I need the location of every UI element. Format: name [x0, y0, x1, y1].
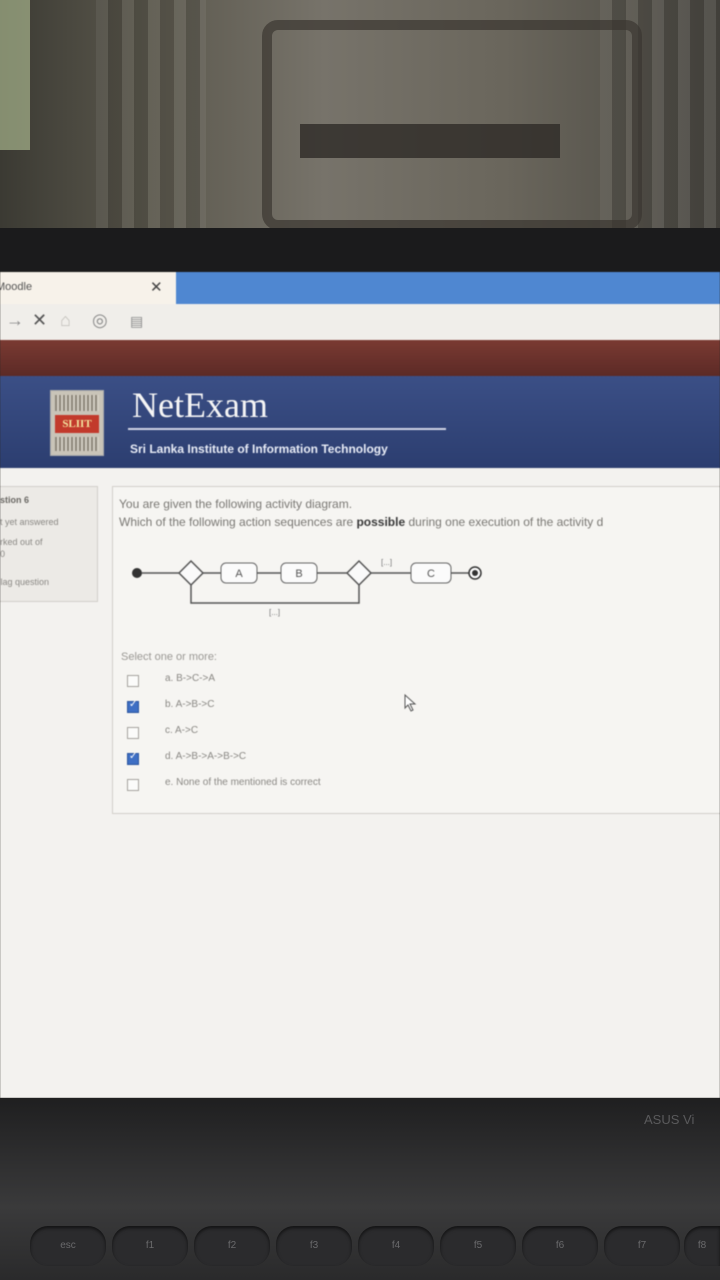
- logo-pattern: [55, 395, 99, 411]
- browser-toolbar: → ✕ ⌂ ◎ ▤: [0, 304, 720, 341]
- question-text-bold: possible: [356, 515, 406, 529]
- logo-text: SLIIT: [55, 415, 99, 433]
- brand-subtitle: Sri Lanka Institute of Information Techn…: [130, 442, 388, 456]
- decision-node: [345, 559, 373, 587]
- question-info-panel: estion 6 ot yet answered arked out of 00…: [0, 486, 98, 602]
- key-f8[interactable]: f8: [684, 1226, 720, 1266]
- question-panel: You are given the following activity dia…: [112, 486, 720, 814]
- chair-seat: [300, 124, 560, 158]
- browser-tab[interactable]: Moodle ✕: [0, 272, 176, 304]
- question-text-pre: Which of the following action sequences …: [119, 515, 357, 529]
- final-node-inner: [472, 570, 478, 576]
- site-top-bar: [0, 340, 720, 376]
- window-light: [0, 0, 30, 150]
- option-b-label: b. A->B->C: [165, 699, 215, 710]
- site-header: SLIIT NetExam Sri Lanka Institute of Inf…: [0, 376, 720, 468]
- background-room: [0, 0, 720, 232]
- logo-pattern-bottom: [55, 437, 99, 451]
- option-d-checkbox[interactable]: [127, 751, 139, 765]
- option-c-label: c. A->C: [165, 725, 199, 736]
- question-text-line1: You are given the following activity dia…: [119, 497, 353, 511]
- loop-edge: [190, 585, 360, 604]
- action-b-label: B: [295, 568, 302, 580]
- forward-icon[interactable]: →: [6, 310, 24, 331]
- activity-diagram: A B [...] C [...]: [132, 558, 482, 617]
- guard-bottom: [...]: [269, 608, 280, 617]
- stop-icon[interactable]: ✕: [32, 310, 47, 331]
- brand-title: NetExam: [132, 385, 268, 425]
- option-b-checkbox[interactable]: [127, 699, 139, 713]
- key-f4[interactable]: f4: [358, 1226, 434, 1266]
- option-e-checkbox[interactable]: [127, 779, 139, 791]
- option-a-label: a. B->C->A: [165, 673, 216, 684]
- browser-tab-bar: Moodle ✕: [0, 272, 720, 304]
- key-f1[interactable]: f1: [112, 1226, 188, 1266]
- option-e-label: e. None of the mentioned is correct: [165, 777, 321, 788]
- question-marks: arked out of: [0, 537, 43, 547]
- sliit-logo: SLIIT: [50, 390, 104, 456]
- select-instruction: Select one or more:: [121, 651, 217, 663]
- guard-top: [...]: [381, 558, 392, 567]
- mouse-cursor-icon: [404, 694, 417, 712]
- brand-divider: [128, 428, 446, 430]
- monitor-screen: Moodle ✕ → ✕ ⌂ ◎ ▤ SLIIT NetExam Sri Lan…: [0, 272, 720, 1098]
- option-c-checkbox[interactable]: [127, 727, 139, 739]
- action-c-label: C: [427, 568, 435, 580]
- key-f2[interactable]: f2: [194, 1226, 270, 1266]
- key-f7[interactable]: f7: [604, 1226, 680, 1266]
- tab-close-icon[interactable]: ✕: [150, 278, 163, 296]
- question-marks-value: 00: [0, 549, 6, 559]
- question-status: ot yet answered: [0, 517, 59, 527]
- key-esc[interactable]: esc: [30, 1226, 106, 1266]
- tab-title: Moodle: [0, 281, 33, 293]
- question-text-line2: Which of the following action sequences …: [119, 515, 603, 529]
- laptop-keyboard: ASUS Vi esc f1 f2 f3 f4 f5 f6 f7 f8: [0, 1098, 720, 1280]
- home-icon[interactable]: ⌂: [60, 310, 71, 331]
- merge-node: [177, 559, 205, 587]
- question-number: estion 6: [0, 495, 30, 505]
- page-icon[interactable]: ▤: [130, 313, 143, 330]
- history-icon[interactable]: ◎: [92, 310, 108, 331]
- initial-node: [132, 568, 142, 578]
- question-text-post: during one execution of the activity d: [405, 515, 604, 529]
- key-f6[interactable]: f6: [522, 1226, 598, 1266]
- laptop-brand: ASUS Vi: [644, 1112, 695, 1127]
- action-a-label: A: [235, 568, 243, 580]
- monitor-bezel: [0, 228, 720, 274]
- main-content: estion 6 ot yet answered arked out of 00…: [0, 468, 720, 1098]
- option-d-label: d. A->B->A->B->C: [165, 751, 247, 762]
- key-f3[interactable]: f3: [276, 1226, 352, 1266]
- tab-strip: [176, 272, 720, 304]
- key-f5[interactable]: f5: [440, 1226, 516, 1266]
- curtain: [96, 0, 206, 232]
- flag-question-link[interactable]: Flag question: [0, 577, 49, 587]
- option-a-checkbox[interactable]: [127, 675, 139, 687]
